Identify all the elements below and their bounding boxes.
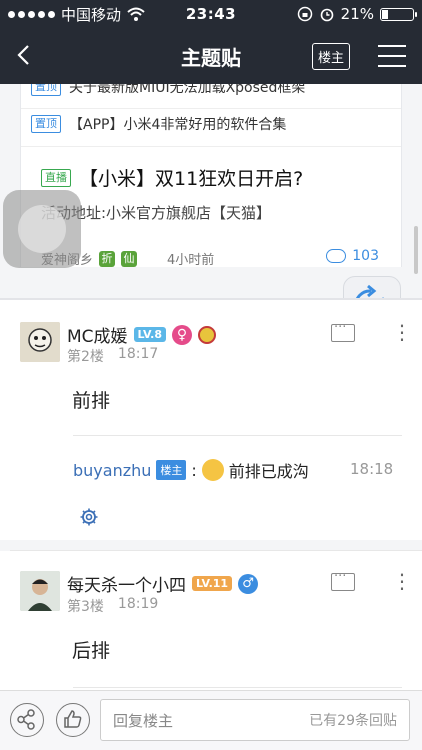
reply-content: 后排	[72, 640, 111, 662]
live-tag: 直播	[41, 168, 71, 187]
reply-author: 每天杀一个小四 LV.11 ♂	[67, 571, 259, 596]
refresh-icon	[356, 284, 384, 298]
owner-tag: 楼主	[156, 460, 187, 480]
bottom-bar: 回复楼主 已有29条回贴	[0, 690, 422, 750]
username[interactable]: 每天杀一个小四	[67, 571, 186, 596]
owner-only-button[interactable]: 楼主	[312, 43, 351, 70]
emoji-icon	[201, 459, 224, 481]
content-divider	[73, 435, 402, 436]
badge-icon: 折	[99, 250, 116, 267]
reply-item: 每天杀一个小四 LV.11 ♂ 第3楼 18:19 ⋮ 后排	[0, 551, 422, 690]
level-badge: LV.11	[192, 576, 233, 591]
row-divider	[21, 146, 401, 147]
reply-time: 18:19	[117, 596, 159, 612]
comment-icon	[326, 249, 347, 263]
assistive-touch-icon	[18, 205, 66, 253]
more-options-icon[interactable]: ⋮	[392, 322, 412, 342]
page-title: 主题贴	[181, 45, 241, 70]
live-count-value: 103	[352, 248, 379, 264]
pinned-row: 置顶 关于最新版MIUI无法加载Xposed框架	[31, 84, 305, 102]
medal-icon	[197, 325, 216, 344]
avatar[interactable]	[20, 322, 60, 362]
thumbs-up-icon	[64, 710, 82, 728]
menu-icon[interactable]	[378, 45, 406, 67]
floor-number: 第3楼	[67, 599, 104, 615]
reply-input[interactable]: 回复楼主 已有29条回贴	[100, 699, 410, 741]
avatar[interactable]	[20, 571, 60, 611]
status-bar: 中国移动 23:43 21%	[0, 0, 422, 28]
content-divider	[73, 687, 402, 688]
reply-floorline: 第3楼 18:19	[67, 596, 158, 616]
live-time: 4小时前	[167, 253, 215, 268]
reply-author: MC成媛 LV.8 ♀	[67, 322, 216, 347]
floor-number: 第2楼	[67, 349, 104, 365]
settings-icon[interactable]	[79, 507, 99, 527]
pinned-tag: 置顶	[31, 84, 61, 96]
pinned-tag: 置顶	[31, 115, 61, 133]
more-options-icon[interactable]: ⋮	[392, 571, 412, 591]
badge-icon: 仙	[121, 250, 138, 267]
reply-item: MC成媛 LV.8 ♀ 第2楼 18:17 ⋮ 前排 buyanzhu 楼主 :…	[0, 300, 422, 540]
sub-reply-user[interactable]: buyanzhu	[73, 461, 151, 480]
level-badge: LV.8	[133, 327, 166, 342]
avatar-image	[20, 322, 60, 362]
avatar-image	[20, 571, 60, 611]
sub-reply-separator: :	[191, 460, 197, 480]
live-title: 直播 【小米】双11狂欢日开启?	[41, 164, 303, 191]
refresh-icon-button	[343, 276, 401, 298]
reply-comment-icon[interactable]	[331, 320, 355, 342]
sub-reply: buyanzhu 楼主 : 前排已成沟	[73, 458, 309, 482]
share-icon	[17, 709, 35, 730]
battery-icon	[380, 7, 417, 21]
reply-time: 18:17	[117, 346, 159, 362]
like-button[interactable]	[56, 703, 90, 737]
assistive-touch-button[interactable]	[3, 190, 81, 268]
pinned-title: 关于最新版MIUI无法加载Xposed框架	[69, 84, 306, 96]
username[interactable]: MC成媛	[67, 322, 128, 347]
reply-floorline: 第2楼 18:17	[67, 346, 158, 366]
battery-level	[382, 9, 389, 19]
navigation-bar: 主题贴 楼主	[0, 28, 422, 84]
reply-comment-icon[interactable]	[331, 569, 355, 591]
female-icon: ♀	[171, 324, 192, 345]
sub-reply-time: 18:18	[350, 460, 394, 478]
pinned-title: 【APP】小米4非常好用的软件合集	[69, 117, 287, 133]
reply-placeholder: 回复楼主	[113, 711, 174, 730]
live-reply-count: 103	[326, 248, 379, 264]
clock: 23:43	[185, 5, 237, 23]
live-title-text: 【小米】双11狂欢日开启?	[79, 168, 304, 190]
male-icon: ♂	[238, 573, 259, 594]
reply-count: 已有29条回贴	[309, 713, 397, 729]
reply-content: 前排	[72, 390, 111, 412]
image-scrollbar	[414, 226, 418, 274]
pinned-row: 置顶 【APP】小米4非常好用的软件合集	[31, 109, 286, 139]
share-button[interactable]	[10, 703, 44, 737]
sub-reply-text: 前排已成沟	[228, 462, 309, 481]
